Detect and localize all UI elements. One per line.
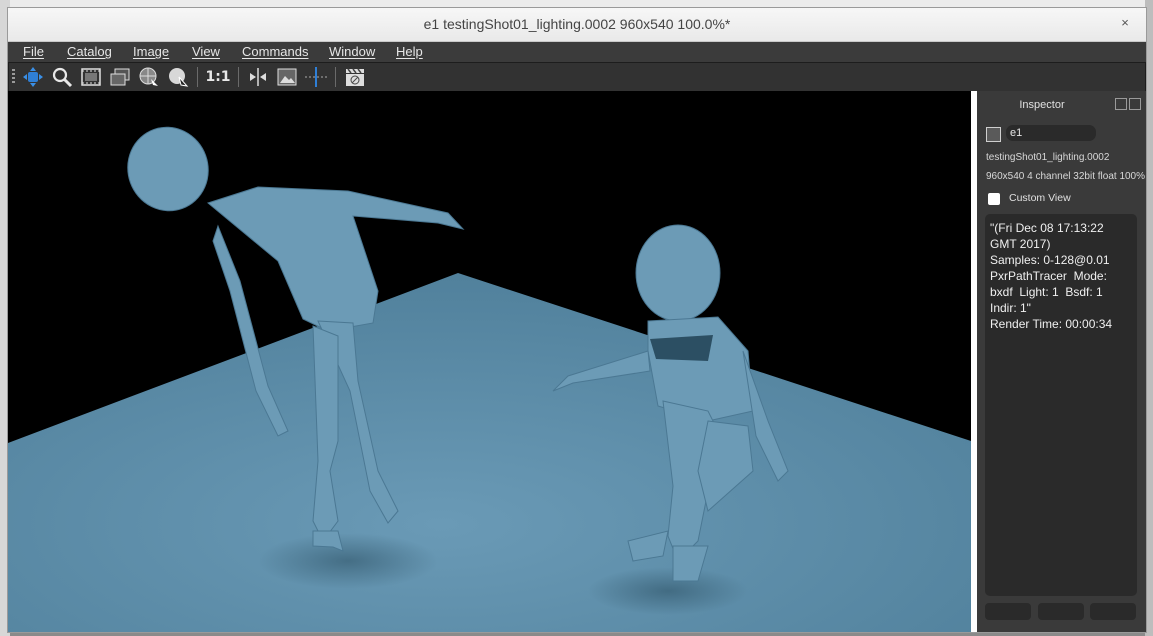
image-info-label: 960x540 4 channel 32bit float 100% xyxy=(986,171,1146,182)
notes-line: PxrPathTracer Mode: xyxy=(990,269,1107,283)
image-file-label: testingShot01_lighting.0002 xyxy=(986,152,1110,163)
image-icon xyxy=(986,127,1001,142)
menu-file[interactable]: File xyxy=(23,44,44,59)
menu-commands[interactable]: Commands xyxy=(242,44,308,59)
inspector-title: Inspector xyxy=(1019,99,1065,111)
one-to-one-icon[interactable]: 1:1 xyxy=(205,66,231,88)
close-panel-icon[interactable] xyxy=(1129,98,1141,110)
inspector-button-3[interactable] xyxy=(1090,603,1136,620)
close-icon[interactable]: × xyxy=(1118,16,1132,30)
notes-line: Render Time: 00:00:34 xyxy=(990,317,1113,331)
inspector-button-2[interactable] xyxy=(1038,603,1084,620)
one-to-one-label: 1:1 xyxy=(205,69,231,85)
custom-view-label: Custom View xyxy=(1009,192,1071,204)
toolbar-separator xyxy=(335,67,336,87)
image-name-field[interactable]: e1 xyxy=(1006,125,1096,141)
flip-horizontal-icon[interactable] xyxy=(247,66,269,88)
it-image-window: e1 testingShot01_lighting.0002 960x540 1… xyxy=(8,8,1146,632)
toolbar-separator xyxy=(238,67,239,87)
toolbar-grip[interactable] xyxy=(12,69,15,85)
desktop-background-right xyxy=(1145,0,1153,636)
shirt-shadow xyxy=(650,335,713,361)
pan-move-icon[interactable] xyxy=(22,66,44,88)
guide-line-icon[interactable] xyxy=(305,66,327,88)
inspector-panel: Inspector e1 testingShot01_lighting.0002… xyxy=(977,91,1146,632)
toolbar-separator xyxy=(197,67,198,87)
film-stack-icon[interactable] xyxy=(109,66,131,88)
menu-image[interactable]: Image xyxy=(133,44,169,59)
image-view-icon[interactable] xyxy=(276,66,298,88)
custom-view-checkbox[interactable] xyxy=(988,193,1000,205)
clapper-icon[interactable] xyxy=(344,66,366,88)
float-panel-icon[interactable] xyxy=(1115,98,1127,110)
render-notes[interactable]: "(Fri Dec 08 17:13:22 GMT 2017) Samples:… xyxy=(985,214,1137,596)
film-frame-icon[interactable] xyxy=(80,66,102,88)
notes-line: Samples: 0-128@0.01 xyxy=(990,253,1110,267)
menu-window[interactable]: Window xyxy=(329,44,375,59)
render-viewport[interactable] xyxy=(8,91,971,632)
menu-bar: File Catalog Image View Commands Window … xyxy=(8,42,1146,62)
menu-view[interactable]: View xyxy=(192,44,220,59)
inspector-button-1[interactable] xyxy=(985,603,1031,620)
toolbar: 1:1 xyxy=(8,62,1146,92)
notes-line: Indir: 1" xyxy=(990,301,1031,315)
globe-pick-icon[interactable] xyxy=(138,66,160,88)
notes-line: bxdf Light: 1 Bsdf: 1 xyxy=(990,285,1103,299)
menu-help[interactable]: Help xyxy=(396,44,423,59)
title-bar[interactable]: e1 testingShot01_lighting.0002 960x540 1… xyxy=(8,8,1146,42)
window-title: e1 testingShot01_lighting.0002 960x540 1… xyxy=(423,16,731,32)
menu-catalog[interactable]: Catalog xyxy=(67,44,112,59)
sphere-pick-icon[interactable] xyxy=(167,66,189,88)
zoom-icon[interactable] xyxy=(51,66,73,88)
render-image xyxy=(8,91,971,632)
notes-line: GMT 2017) xyxy=(990,237,1051,251)
notes-line: "(Fri Dec 08 17:13:22 xyxy=(990,221,1104,235)
